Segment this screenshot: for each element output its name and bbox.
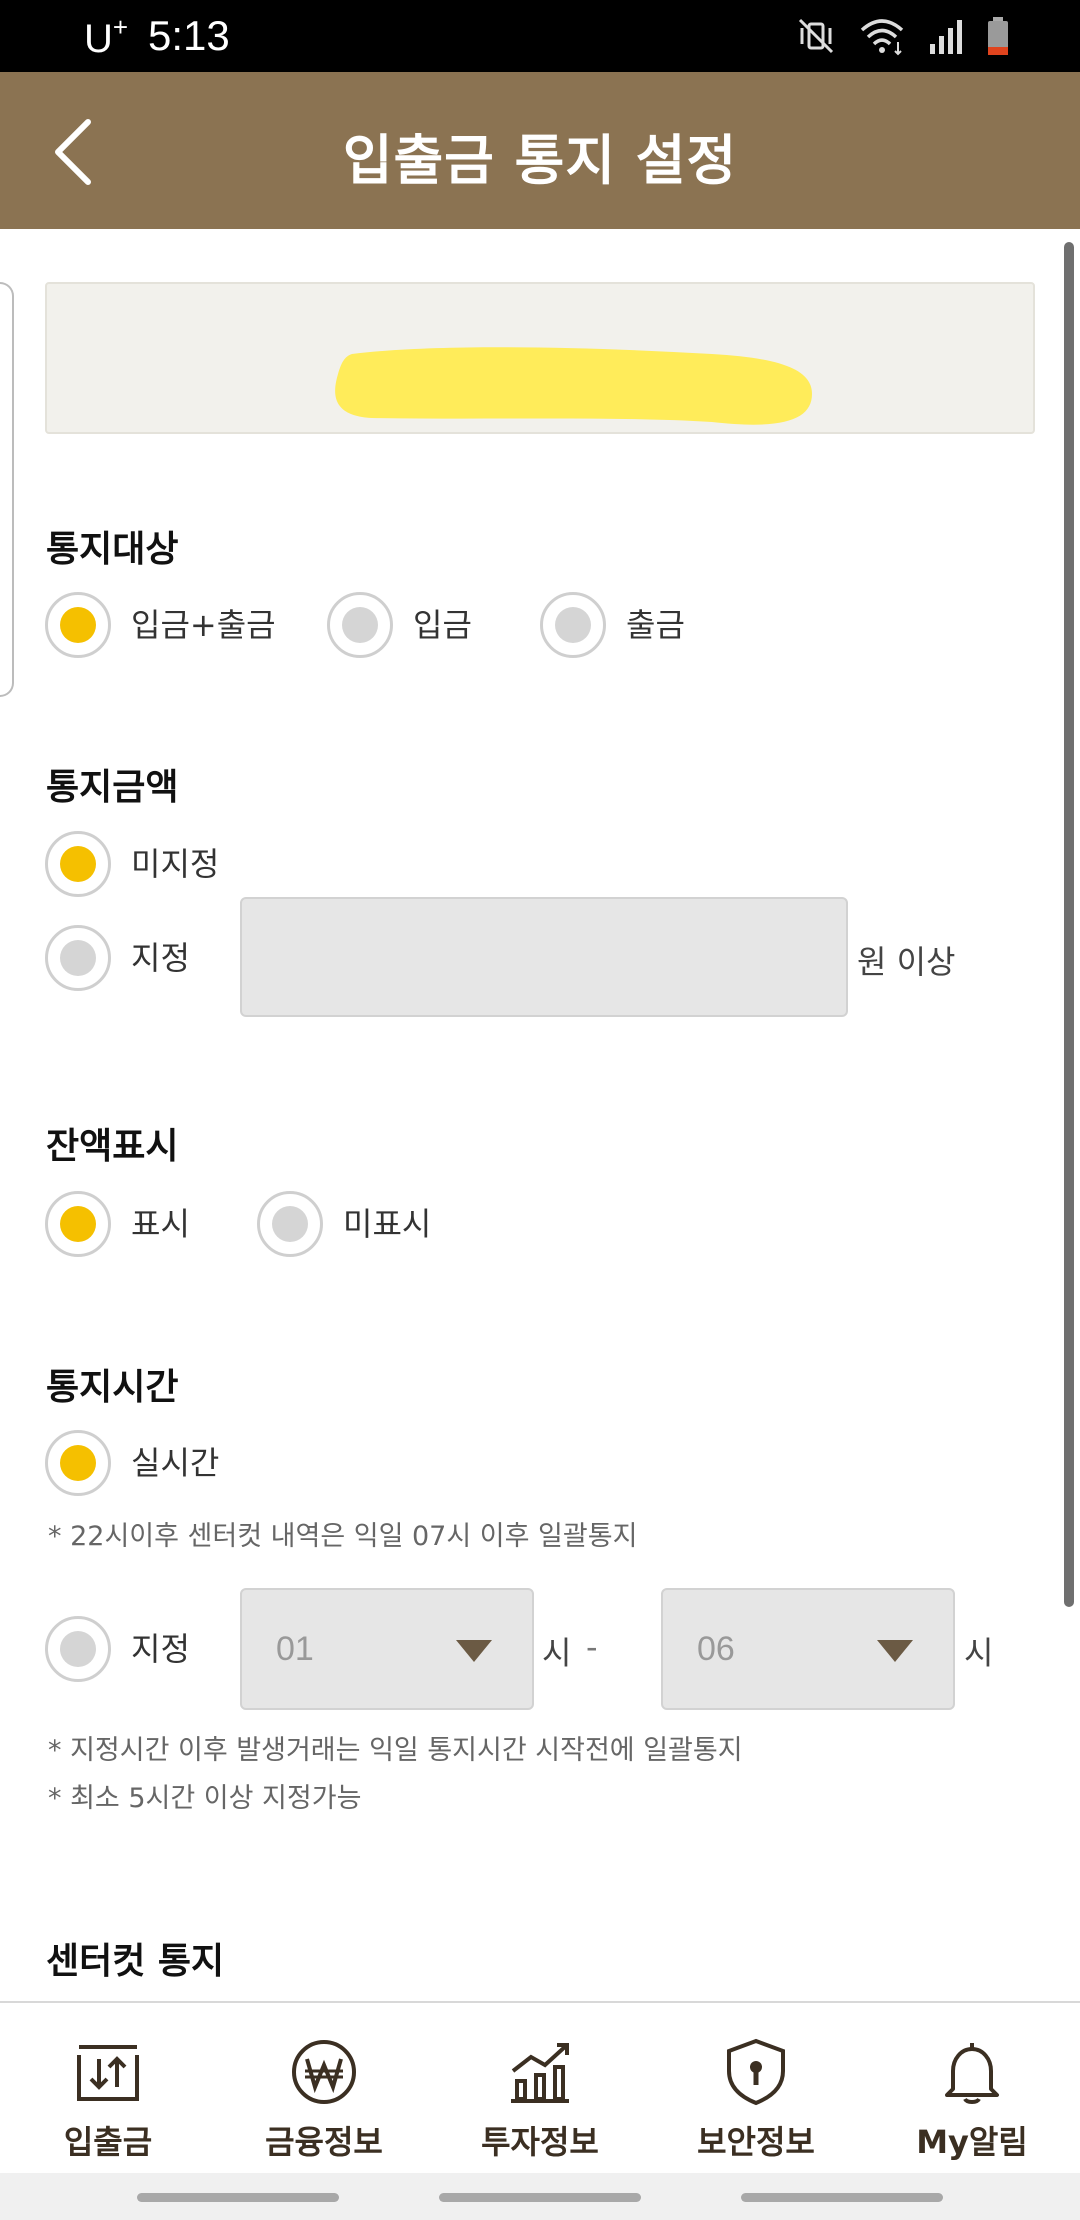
notify-time-title: 통지시간 [46,1367,179,1408]
radio-label: 입금 [413,606,472,644]
center-cut-title: 센터컷 통지 [46,1941,225,1982]
radio-circle [540,592,606,658]
custom-time-note-1: * 지정시간 이후 발생거래는 익일 통지시간 시작전에 일괄통지 [48,1735,743,1766]
nav-label: 금융정보 [265,2123,383,2161]
realtime-note: * 22시이후 센터컷 내역은 익일 07시 이후 일괄통지 [48,1521,638,1552]
bell-icon [945,2043,999,2104]
balance-display-title: 잔액표시 [46,1126,179,1167]
radio-label: 출금 [626,606,685,644]
mute-vibrate-icon [798,18,834,54]
page-title: 입출금 통지 설정 [342,129,738,192]
amount-unit-label: 원 이상 [857,943,956,981]
nav-item-invest[interactable]: 투자정보 [432,2003,648,2175]
nav-label: My알림 [916,2123,1028,2161]
end-hour-unit: 시 [964,1634,994,1672]
radio-label: 지정 [131,939,190,977]
transfer-arrows-icon [77,2045,139,2101]
nav-label: 투자정보 [481,2123,599,2161]
signal-icon [930,20,962,54]
radio-target-both[interactable]: 입금+출금 [45,592,276,658]
radio-balance-show[interactable]: 표시 [45,1191,190,1257]
end-hour-value: 06 [697,1630,735,1668]
clock: 5:13 [148,12,230,59]
nav-label: 보안정보 [697,2123,815,2161]
radio-target-deposit[interactable]: 입금 [327,592,472,658]
radio-label: 실시간 [131,1444,220,1482]
status-bar: U+ 5:13 [0,0,1080,72]
nav-item-finance[interactable]: 금융정보 [216,2003,432,2175]
radio-time-realtime[interactable]: 실시간 [45,1430,219,1496]
nav-item-my-alerts[interactable]: My알림 [864,2003,1080,2175]
scrollbar[interactable] [1064,242,1074,1607]
radio-target-withdraw[interactable]: 출금 [540,592,685,658]
chart-icon [511,2043,569,2103]
back-handle[interactable] [741,2193,943,2202]
battery-icon [988,17,1008,55]
notify-target-title: 통지대상 [46,529,179,570]
start-hour-select[interactable]: 01 [240,1588,534,1710]
radio-circle [45,925,111,991]
radio-label: 지정 [131,1630,190,1668]
radio-amount-unset[interactable]: 미지정 [45,831,219,897]
radio-label: 표시 [131,1205,190,1243]
status-icons [796,14,1010,58]
carrier-label: U+ [84,12,129,61]
start-hour-unit: 시 [542,1634,572,1672]
range-dash: - [586,1628,598,1666]
radio-circle [45,1430,111,1496]
radio-circle [45,592,111,658]
radio-circle [45,1616,111,1682]
nav-label: 입출금 [63,2123,153,2161]
amount-field[interactable] [240,897,848,1017]
radio-label: 미표시 [343,1205,432,1243]
account-display [45,282,1035,434]
start-hour-value: 01 [276,1630,314,1668]
won-coin-icon [292,2040,356,2104]
radio-label: 미지정 [131,845,220,883]
left-panel-edge [0,282,14,697]
radio-circle [257,1191,323,1257]
custom-time-note-2: * 최소 5시간 이상 지정가능 [48,1783,362,1814]
radio-balance-hide[interactable]: 미표시 [257,1191,431,1257]
bottom-nav: 입출금 금융정보 투자정보 보안정보 My알림 [0,2001,1080,2173]
dropdown-arrow-icon [877,1640,913,1662]
recents-handle[interactable] [137,2193,339,2202]
radio-amount-set[interactable]: 지정 [45,925,190,991]
radio-circle [327,592,393,658]
radio-label: 입금+출금 [131,606,276,644]
notify-amount-title: 통지금액 [46,767,179,808]
shield-lock-icon [727,2038,785,2106]
radio-time-custom[interactable]: 지정 [45,1616,190,1682]
redaction-mark [335,347,812,425]
system-nav-bar [0,2173,1080,2220]
radio-circle [45,831,111,897]
nav-item-transfer[interactable]: 입출금 [0,2003,216,2175]
app-header: 입출금 통지 설정 [0,72,1080,229]
nav-item-security[interactable]: 보안정보 [648,2003,864,2175]
home-handle[interactable] [439,2193,641,2202]
radio-circle [45,1191,111,1257]
end-hour-select[interactable]: 06 [661,1588,955,1710]
wifi-icon [860,19,904,56]
dropdown-arrow-icon [456,1640,492,1662]
